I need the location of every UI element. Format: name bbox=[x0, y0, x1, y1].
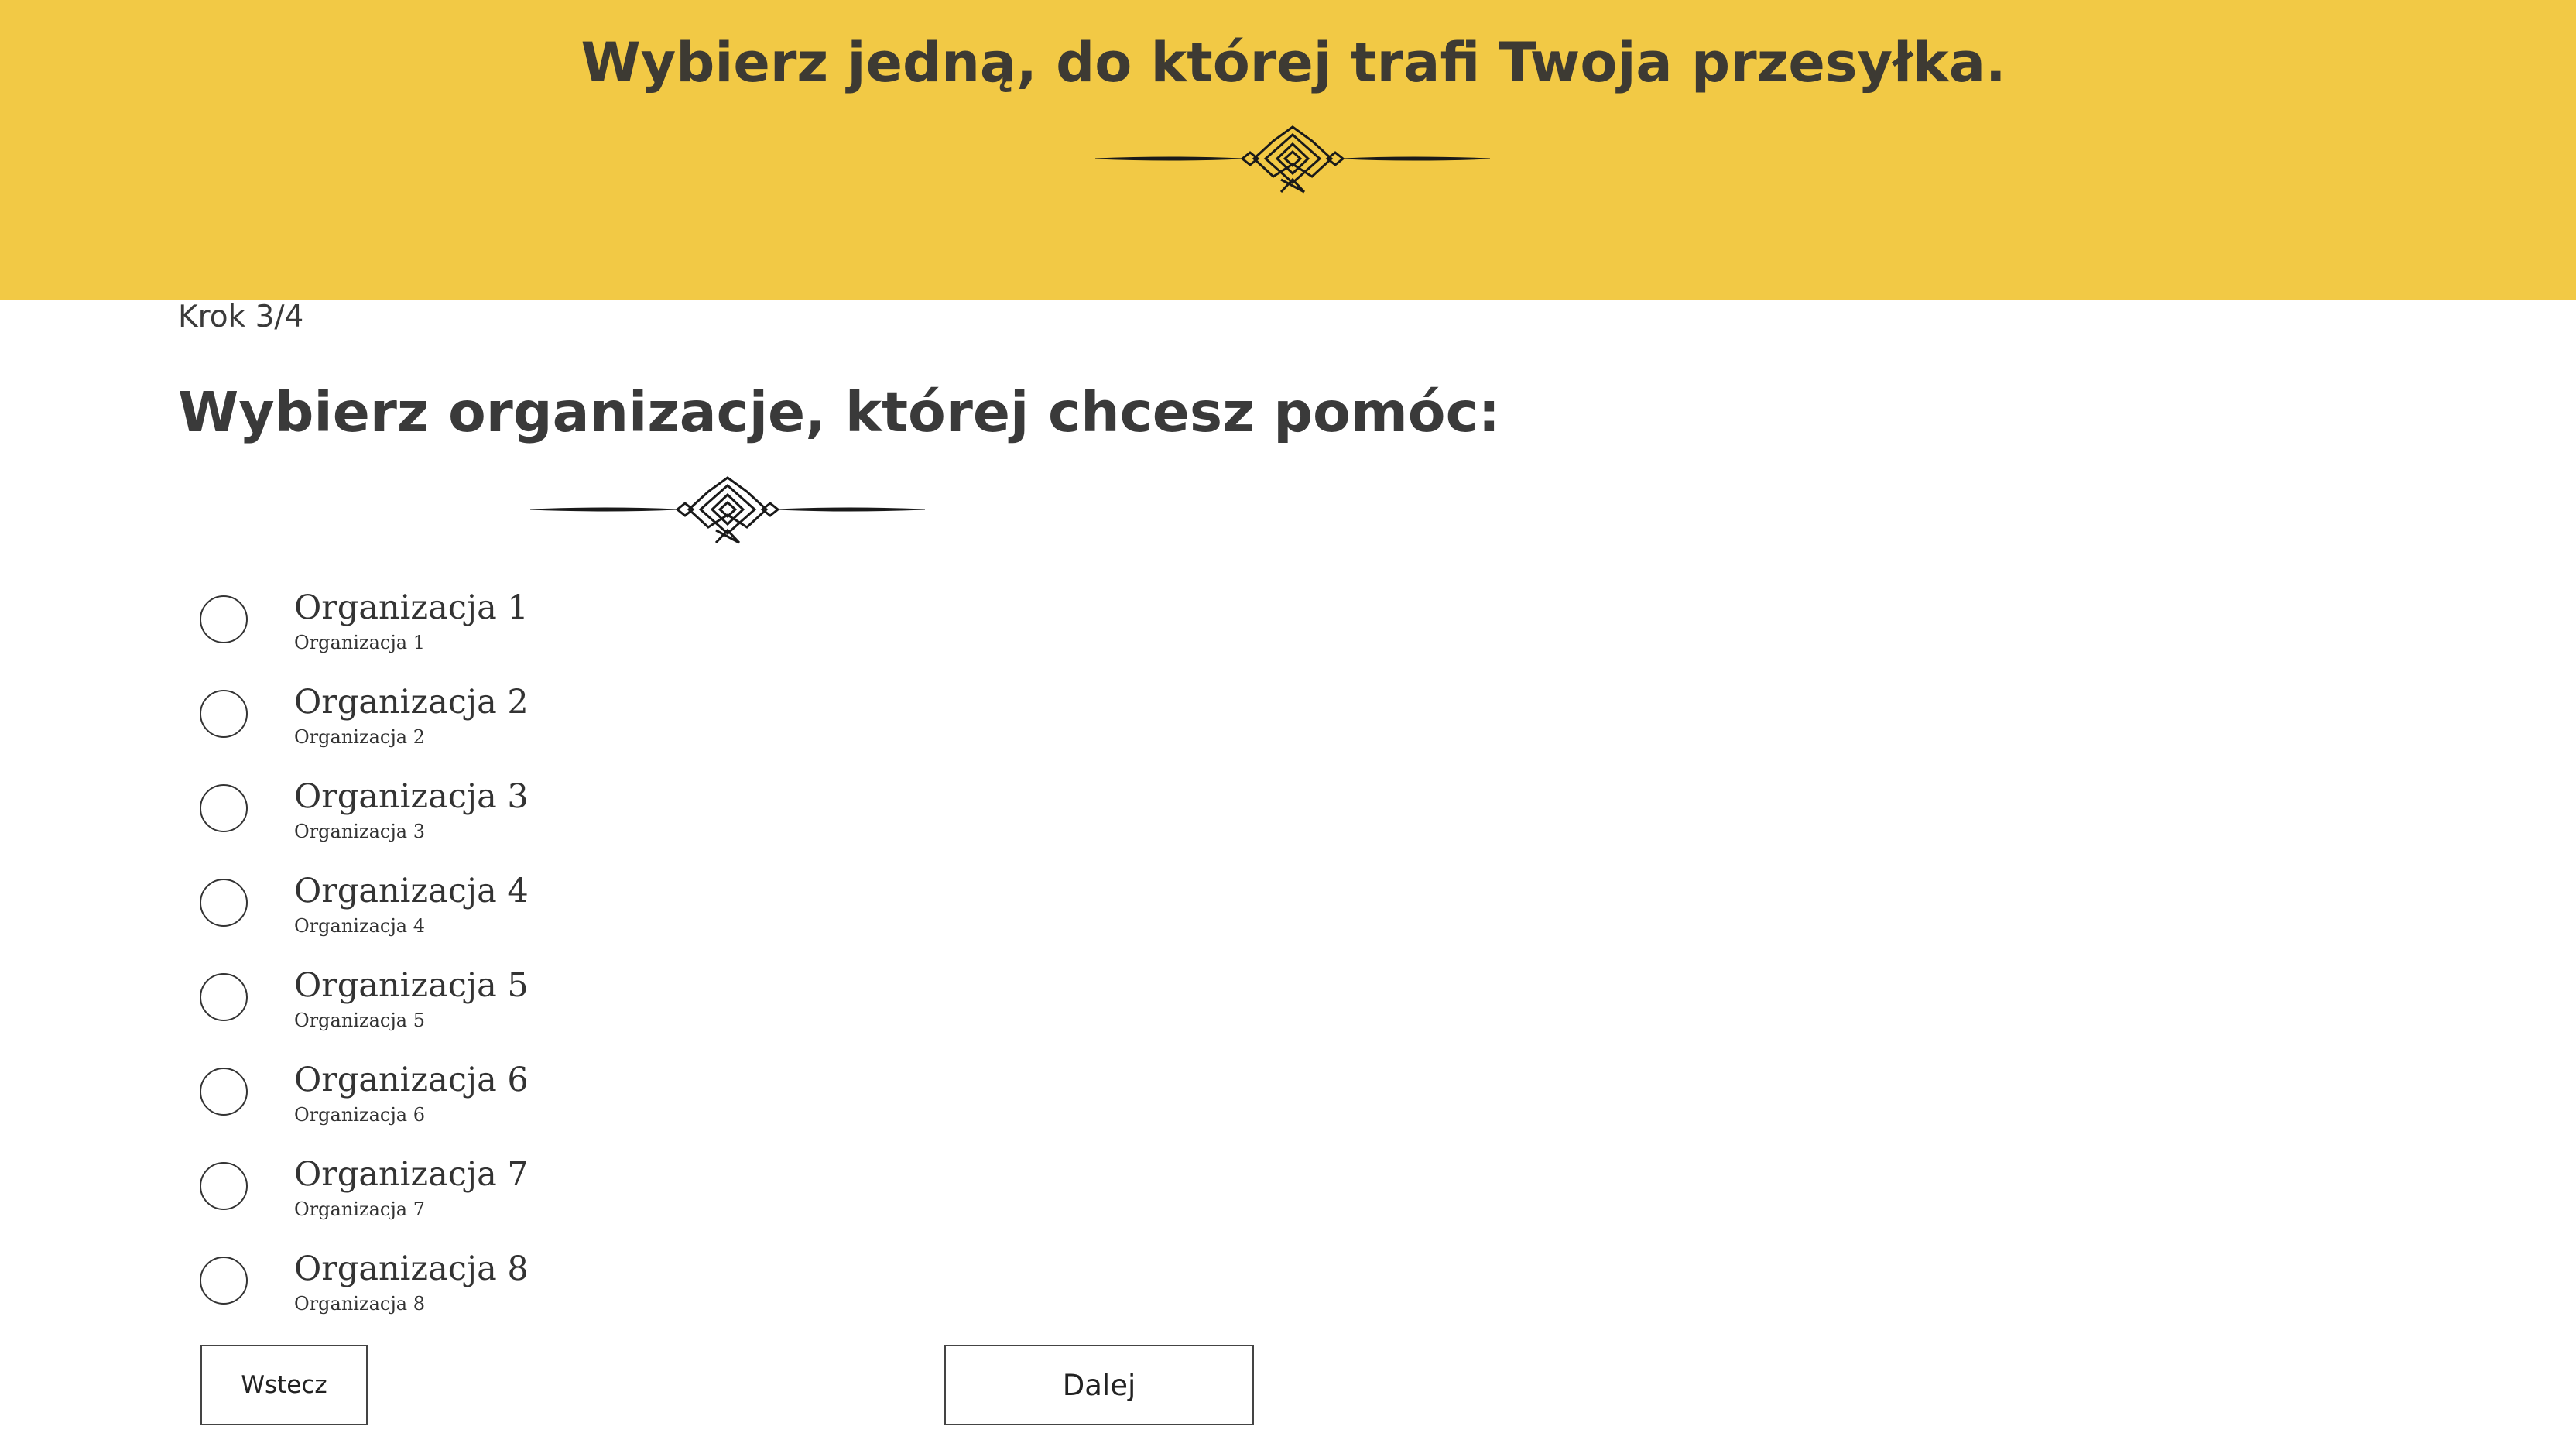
option-title: Organizacja 3 bbox=[294, 777, 529, 816]
organization-option[interactable]: Organizacja 5 Organizacja 5 bbox=[200, 960, 896, 1054]
organization-option[interactable]: Organizacja 7 Organizacja 7 bbox=[200, 1149, 896, 1243]
option-subtitle: Organizacja 3 bbox=[294, 821, 425, 842]
radio-button[interactable] bbox=[200, 879, 248, 927]
option-subtitle: Organizacja 2 bbox=[294, 726, 425, 748]
option-title: Organizacja 1 bbox=[294, 588, 529, 627]
step-indicator: Krok 3/4 bbox=[178, 300, 304, 334]
option-subtitle: Organizacja 6 bbox=[294, 1104, 425, 1126]
page-title: Wybierz organizacje, której chcesz pomóc… bbox=[178, 380, 1501, 444]
option-subtitle: Organizacja 4 bbox=[294, 915, 425, 937]
radio-button[interactable] bbox=[200, 1162, 248, 1210]
divider-ornament-icon bbox=[530, 475, 925, 544]
option-title: Organizacja 7 bbox=[294, 1155, 529, 1194]
option-subtitle: Organizacja 1 bbox=[294, 632, 425, 653]
option-title: Organizacja 2 bbox=[294, 683, 529, 722]
next-button[interactable]: Dalej bbox=[944, 1345, 1254, 1425]
option-subtitle: Organizacja 5 bbox=[294, 1010, 425, 1031]
option-title: Organizacja 8 bbox=[294, 1250, 529, 1288]
option-title: Organizacja 6 bbox=[294, 1061, 529, 1099]
radio-button[interactable] bbox=[200, 784, 248, 832]
organization-option[interactable]: Organizacja 6 Organizacja 6 bbox=[200, 1054, 896, 1149]
option-title: Organizacja 4 bbox=[294, 872, 529, 910]
organization-option[interactable]: Organizacja 2 Organizacja 2 bbox=[200, 677, 896, 771]
radio-button[interactable] bbox=[200, 690, 248, 738]
option-subtitle: Organizacja 7 bbox=[294, 1198, 425, 1220]
organization-option[interactable]: Organizacja 4 Organizacja 4 bbox=[200, 866, 896, 960]
organization-radio-group: Organizacja 1 Organizacja 1 Organizacja … bbox=[200, 582, 896, 1338]
radio-button[interactable] bbox=[200, 973, 248, 1021]
back-button[interactable]: Wstecz bbox=[200, 1345, 368, 1425]
radio-button[interactable] bbox=[200, 595, 248, 643]
header-banner: Wybierz jedną, do której trafi Twoja prz… bbox=[0, 0, 2576, 300]
option-subtitle: Organizacja 8 bbox=[294, 1293, 425, 1315]
radio-button[interactable] bbox=[200, 1257, 248, 1305]
organization-option[interactable]: Organizacja 1 Organizacja 1 bbox=[200, 582, 896, 677]
divider-ornament-icon bbox=[1095, 124, 1490, 194]
radio-button[interactable] bbox=[200, 1068, 248, 1116]
organization-option[interactable]: Organizacja 3 Organizacja 3 bbox=[200, 771, 896, 866]
option-title: Organizacja 5 bbox=[294, 966, 529, 1005]
organization-option[interactable]: Organizacja 8 Organizacja 8 bbox=[200, 1243, 896, 1338]
banner-title: Wybierz jedną, do której trafi Twoja prz… bbox=[581, 31, 2006, 94]
